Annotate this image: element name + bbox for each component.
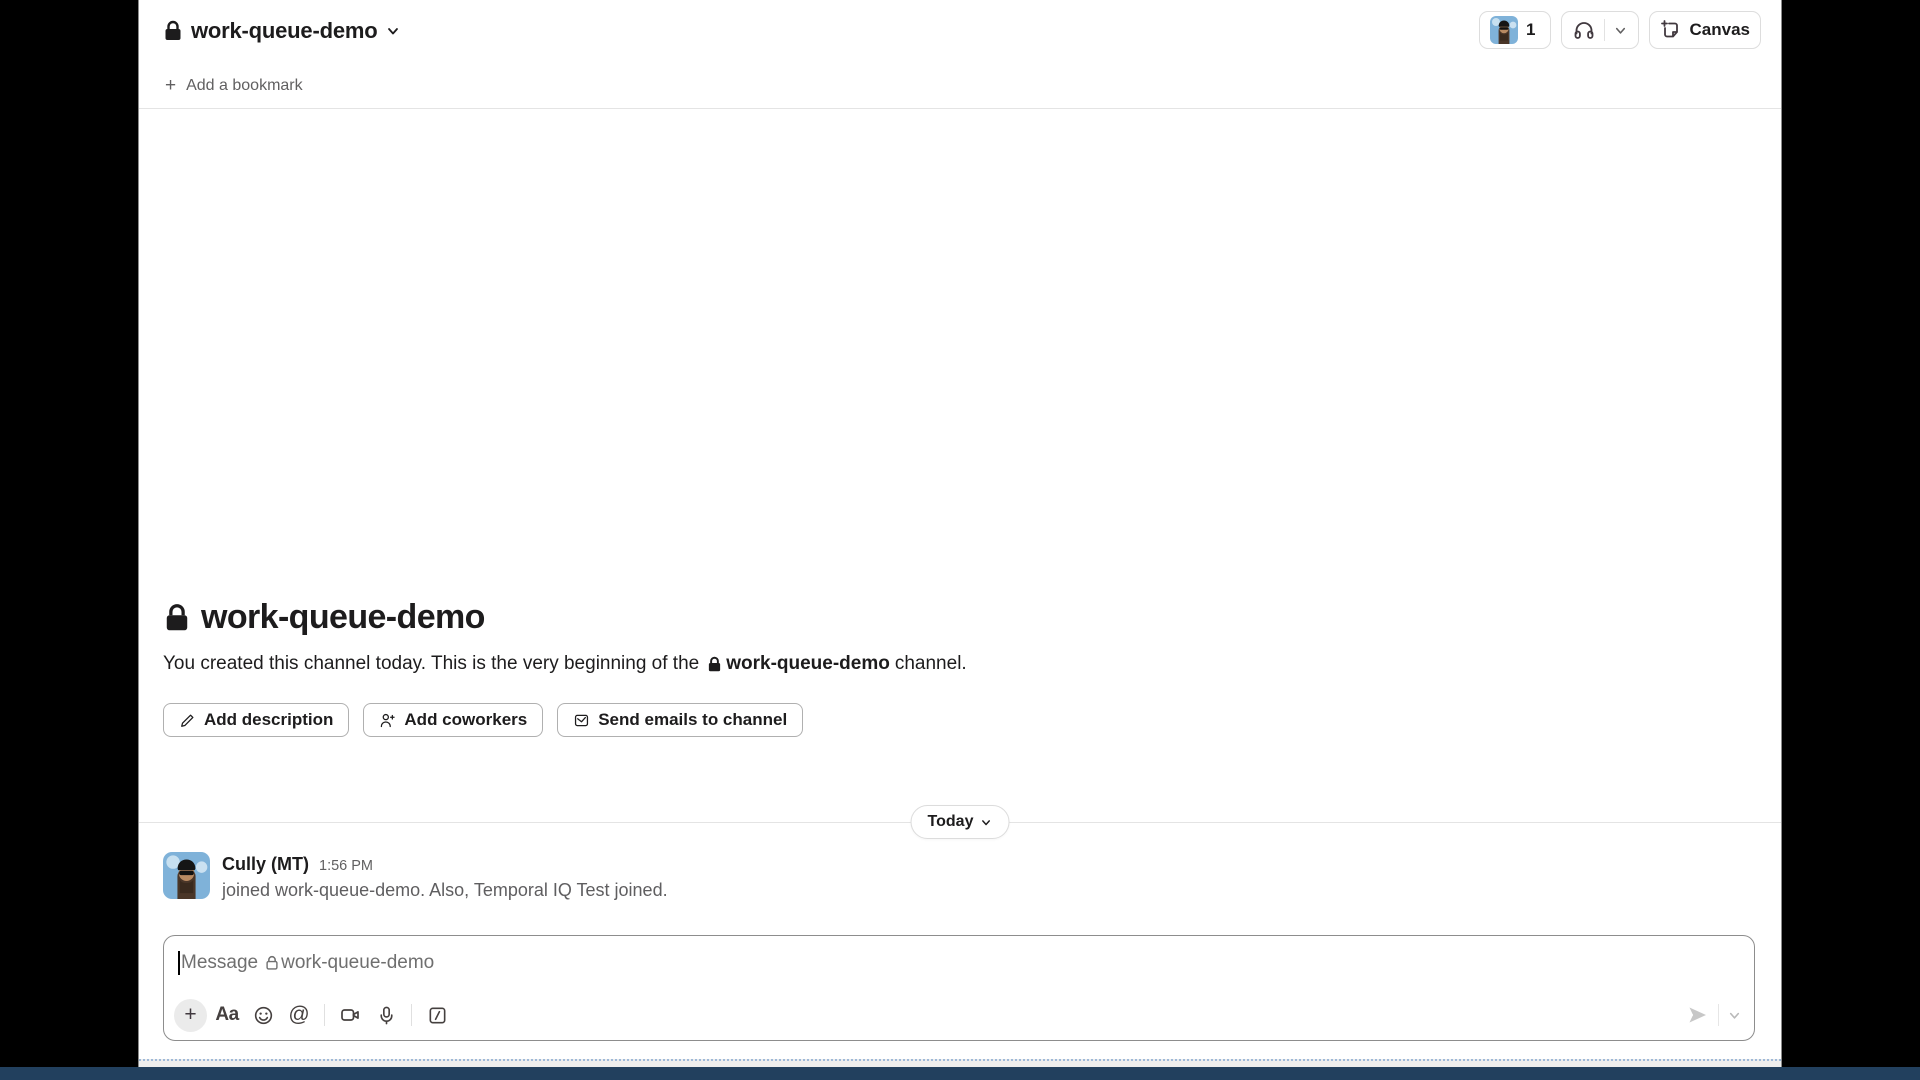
avatar-image — [1490, 16, 1518, 44]
channel-header: work-queue-demo — [139, 0, 1781, 109]
headphones-icon — [1572, 18, 1596, 42]
bottom-accent-bar — [0, 1067, 1920, 1080]
intro-text-prefix: You created this channel today. This is … — [163, 653, 699, 675]
emoji-button[interactable] — [247, 999, 279, 1031]
schedule-send-chevron-icon — [1727, 1008, 1742, 1023]
member-avatar — [1490, 16, 1518, 44]
toolbar-divider — [324, 1004, 325, 1026]
message-input[interactable]: Message work-queue-demo — [178, 950, 1740, 976]
send-button[interactable] — [1686, 1003, 1710, 1027]
mention-icon: @ — [288, 1003, 309, 1027]
add-coworkers-button[interactable]: Add coworkers — [363, 703, 543, 737]
canvas-icon — [1660, 19, 1682, 41]
person-add-icon — [379, 712, 396, 729]
plus-icon: + — [165, 76, 176, 95]
composer-placeholder-channel: work-queue-demo — [281, 952, 434, 974]
channel-intro-description: You created this channel today. This is … — [163, 653, 1757, 675]
email-icon — [573, 712, 590, 729]
video-clip-button[interactable] — [334, 999, 366, 1031]
send-icon — [1686, 1003, 1710, 1027]
message-row[interactable]: Cully (MT) 1:56 PM joined work-queue-dem… — [163, 852, 1757, 901]
plus-icon: + — [184, 1003, 196, 1027]
chevron-down-icon — [385, 23, 401, 39]
member-count: 1 — [1526, 20, 1539, 40]
chevron-down-icon — [979, 816, 992, 829]
huddle-divider — [1604, 19, 1605, 41]
formatting-button[interactable]: Aa — [211, 999, 243, 1031]
header-actions: 1 — [1479, 11, 1761, 49]
send-group — [1686, 1003, 1742, 1027]
intro-text-suffix: channel. — [895, 653, 967, 675]
toolbar-divider — [411, 1004, 412, 1026]
send-emails-label: Send emails to channel — [598, 710, 787, 730]
add-description-label: Add description — [204, 710, 333, 730]
emoji-icon — [253, 1005, 274, 1026]
message-body: Cully (MT) 1:56 PM joined work-queue-dem… — [222, 852, 668, 901]
composer-toolbar: + Aa @ — [174, 997, 1742, 1033]
formatting-icon: Aa — [215, 1004, 238, 1026]
date-divider: Today — [139, 805, 1781, 839]
shortcuts-icon — [427, 1005, 448, 1026]
channel-intro-actions: Add description Add coworkers Send — [163, 703, 1757, 737]
add-coworkers-label: Add coworkers — [404, 710, 527, 730]
avatar-image — [163, 852, 210, 899]
attach-button[interactable]: + — [174, 999, 207, 1032]
mic-icon — [376, 1005, 397, 1026]
add-bookmark-button[interactable]: + Add a bookmark — [165, 76, 303, 95]
message-author[interactable]: Cully (MT) — [222, 854, 309, 875]
avatar[interactable] — [163, 852, 210, 899]
lock-icon — [163, 603, 191, 633]
channel-title-button[interactable]: work-queue-demo — [163, 18, 401, 44]
send-emails-button[interactable]: Send emails to channel — [557, 703, 803, 737]
channel-intro-heading: work-queue-demo — [163, 598, 1757, 637]
huddle-chevron-down-icon[interactable] — [1613, 23, 1628, 38]
pencil-icon — [179, 712, 196, 729]
add-bookmark-label: Add a bookmark — [186, 77, 303, 95]
desktop-background: work-queue-demo — [0, 0, 1920, 1080]
schedule-send-button[interactable] — [1727, 1008, 1742, 1023]
message-composer: Message work-queue-demo + Aa — [163, 935, 1755, 1041]
mention-button[interactable]: @ — [283, 999, 315, 1031]
channel-name: work-queue-demo — [191, 18, 377, 44]
intro-channel-name: work-queue-demo — [726, 653, 890, 675]
message-text: joined work-queue-demo. Also, Temporal I… — [222, 880, 668, 901]
video-icon — [339, 1004, 361, 1026]
add-description-button[interactable]: Add description — [163, 703, 349, 737]
lock-icon — [707, 656, 722, 673]
canvas-label: Canvas — [1690, 20, 1750, 40]
members-button[interactable]: 1 — [1479, 11, 1550, 49]
slack-window: work-queue-demo — [138, 0, 1782, 1067]
message-header: Cully (MT) 1:56 PM — [222, 854, 668, 875]
text-cursor — [178, 951, 180, 975]
date-pill-label: Today — [928, 813, 974, 831]
shortcuts-button[interactable] — [421, 999, 453, 1031]
canvas-button[interactable]: Canvas — [1649, 11, 1761, 49]
date-pill-button[interactable]: Today — [911, 805, 1010, 839]
message-timestamp[interactable]: 1:56 PM — [319, 858, 373, 874]
lock-icon — [265, 955, 279, 971]
lock-icon — [163, 20, 183, 42]
channel-intro-title: work-queue-demo — [201, 598, 485, 637]
composer-placeholder-prefix: Message — [181, 952, 258, 974]
huddle-button-group[interactable] — [1561, 11, 1639, 49]
channel-intro: work-queue-demo You created this channel… — [163, 598, 1757, 737]
window-bottom-edge — [139, 1059, 1781, 1067]
audio-clip-button[interactable] — [370, 999, 402, 1031]
send-divider — [1718, 1004, 1719, 1026]
